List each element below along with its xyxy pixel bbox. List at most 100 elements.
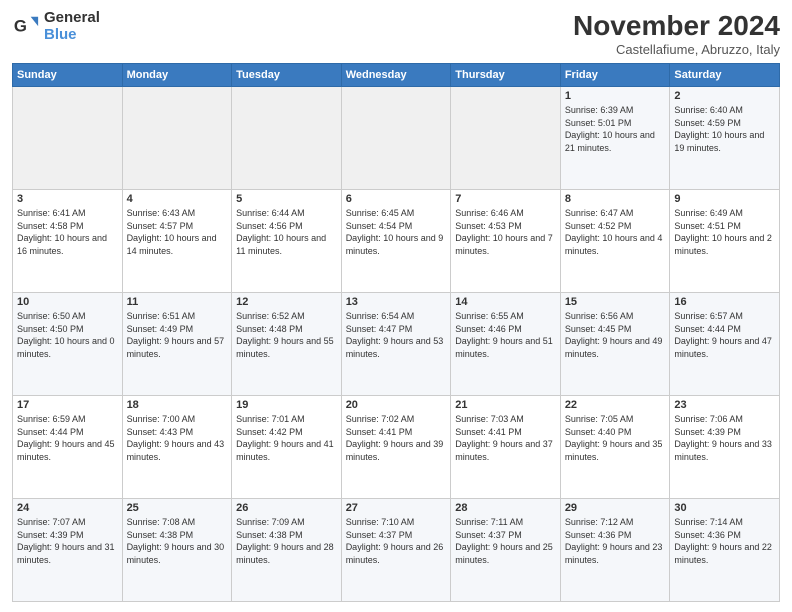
day-info: Sunrise: 7:02 AMSunset: 4:41 PMDaylight:… — [346, 413, 447, 463]
day-cell: 15Sunrise: 6:56 AMSunset: 4:45 PMDayligh… — [560, 293, 670, 396]
day-info: Sunrise: 7:06 AMSunset: 4:39 PMDaylight:… — [674, 413, 775, 463]
day-number: 2 — [674, 90, 775, 102]
day-number: 14 — [455, 296, 556, 308]
day-info: Sunrise: 7:14 AMSunset: 4:36 PMDaylight:… — [674, 516, 775, 566]
day-number: 26 — [236, 502, 337, 514]
day-number: 18 — [127, 399, 228, 411]
day-info: Sunrise: 6:59 AMSunset: 4:44 PMDaylight:… — [17, 413, 118, 463]
day-number: 28 — [455, 502, 556, 514]
day-cell — [122, 87, 232, 190]
logo-icon: G — [12, 13, 40, 41]
location: Castellafiume, Abruzzo, Italy — [573, 42, 780, 57]
day-number: 6 — [346, 193, 447, 205]
day-cell: 19 Sunrise: 7:01 AMSunset: 4:42 PMDayligh… — [232, 396, 342, 499]
day-info: Sunrise: 6:44 AMSunset: 4:56 PMDaylight:… — [236, 207, 337, 257]
day-cell: 3 Sunrise: 6:41 AMSunset: 4:58 PMDaylight… — [13, 190, 123, 293]
header: G General Blue November 2024 Castellafiu… — [12, 10, 780, 57]
title-block: November 2024 Castellafiume, Abruzzo, It… — [573, 10, 780, 57]
calendar: SundayMondayTuesdayWednesdayThursdayFrid… — [12, 63, 780, 602]
day-cell: 25Sunrise: 7:08 AMSunset: 4:38 PMDayligh… — [122, 499, 232, 602]
day-number: 29 — [565, 502, 666, 514]
day-cell: 30Sunrise: 7:14 AMSunset: 4:36 PMDayligh… — [670, 499, 780, 602]
day-info: Sunrise: 7:09 AMSunset: 4:38 PMDaylight:… — [236, 516, 337, 566]
day-info: Sunrise: 6:49 AMSunset: 4:51 PMDaylight:… — [674, 207, 775, 257]
header-friday: Friday — [560, 64, 670, 87]
day-info: Sunrise: 7:03 AMSunset: 4:41 PMDaylight:… — [455, 413, 556, 463]
day-cell: 4 Sunrise: 6:43 AMSunset: 4:57 PMDaylight… — [122, 190, 232, 293]
header-sunday: Sunday — [13, 64, 123, 87]
day-cell: 10 Sunrise: 6:50 AMSunset: 4:50 PMDayligh… — [13, 293, 123, 396]
day-info: Sunrise: 7:07 AMSunset: 4:39 PMDaylight:… — [17, 516, 118, 566]
day-number: 19 — [236, 399, 337, 411]
header-thursday: Thursday — [451, 64, 561, 87]
day-info: Sunrise: 6:54 AMSunset: 4:47 PMDaylight:… — [346, 310, 447, 360]
day-info: Sunrise: 6:52 AMSunset: 4:48 PMDaylight:… — [236, 310, 337, 360]
day-number: 1 — [565, 90, 666, 102]
day-number: 7 — [455, 193, 556, 205]
header-monday: Monday — [122, 64, 232, 87]
day-cell: 6 Sunrise: 6:45 AMSunset: 4:54 PMDaylight… — [341, 190, 451, 293]
day-number: 9 — [674, 193, 775, 205]
day-cell: 8 Sunrise: 6:47 AMSunset: 4:52 PMDaylight… — [560, 190, 670, 293]
logo-general-text: General — [44, 10, 100, 27]
week-row-4: 24 Sunrise: 7:07 AMSunset: 4:39 PMDayligh… — [13, 499, 780, 602]
calendar-header: SundayMondayTuesdayWednesdayThursdayFrid… — [13, 64, 780, 87]
day-number: 8 — [565, 193, 666, 205]
day-cell: 13 Sunrise: 6:54 AMSunset: 4:47 PMDayligh… — [341, 293, 451, 396]
day-cell: 27 Sunrise: 7:10 AMSunset: 4:37 PMDayligh… — [341, 499, 451, 602]
calendar-table: SundayMondayTuesdayWednesdayThursdayFrid… — [12, 63, 780, 602]
calendar-body: 1Sunrise: 6:39 AMSunset: 5:01 PMDaylight… — [13, 87, 780, 602]
day-info: Sunrise: 7:11 AMSunset: 4:37 PMDaylight:… — [455, 516, 556, 566]
day-number: 17 — [17, 399, 118, 411]
day-number: 10 — [17, 296, 118, 308]
day-number: 27 — [346, 502, 447, 514]
day-number: 16 — [674, 296, 775, 308]
day-cell: 26 Sunrise: 7:09 AMSunset: 4:38 PMDayligh… — [232, 499, 342, 602]
header-wednesday: Wednesday — [341, 64, 451, 87]
day-cell: 14 Sunrise: 6:55 AMSunset: 4:46 PMDayligh… — [451, 293, 561, 396]
day-cell — [341, 87, 451, 190]
day-info: Sunrise: 6:50 AMSunset: 4:50 PMDaylight:… — [17, 310, 118, 360]
day-cell: 2Sunrise: 6:40 AMSunset: 4:59 PMDaylight… — [670, 87, 780, 190]
day-cell: 16Sunrise: 6:57 AMSunset: 4:44 PMDayligh… — [670, 293, 780, 396]
day-info: Sunrise: 7:01 AMSunset: 4:42 PMDaylight:… — [236, 413, 337, 463]
day-number: 11 — [127, 296, 228, 308]
day-cell — [13, 87, 123, 190]
day-cell: 23 Sunrise: 7:06 AMSunset: 4:39 PMDayligh… — [670, 396, 780, 499]
day-number: 5 — [236, 193, 337, 205]
day-cell: 20 Sunrise: 7:02 AMSunset: 4:41 PMDayligh… — [341, 396, 451, 499]
day-info: Sunrise: 7:10 AMSunset: 4:37 PMDaylight:… — [346, 516, 447, 566]
day-info: Sunrise: 7:05 AMSunset: 4:40 PMDaylight:… — [565, 413, 666, 463]
day-number: 3 — [17, 193, 118, 205]
day-number: 20 — [346, 399, 447, 411]
header-saturday: Saturday — [670, 64, 780, 87]
day-info: Sunrise: 7:12 AMSunset: 4:36 PMDaylight:… — [565, 516, 666, 566]
day-info: Sunrise: 6:47 AMSunset: 4:52 PMDaylight:… — [565, 207, 666, 257]
day-cell — [232, 87, 342, 190]
day-number: 21 — [455, 399, 556, 411]
day-cell: 11 Sunrise: 6:51 AMSunset: 4:49 PMDayligh… — [122, 293, 232, 396]
day-info: Sunrise: 7:00 AMSunset: 4:43 PMDaylight:… — [127, 413, 228, 463]
day-info: Sunrise: 6:51 AMSunset: 4:49 PMDaylight:… — [127, 310, 228, 360]
month-title: November 2024 — [573, 10, 780, 42]
day-info: Sunrise: 6:56 AMSunset: 4:45 PMDaylight:… — [565, 310, 666, 360]
header-row: SundayMondayTuesdayWednesdayThursdayFrid… — [13, 64, 780, 87]
day-cell: 21 Sunrise: 7:03 AMSunset: 4:41 PMDayligh… — [451, 396, 561, 499]
day-cell — [451, 87, 561, 190]
day-number: 13 — [346, 296, 447, 308]
day-info: Sunrise: 6:55 AMSunset: 4:46 PMDaylight:… — [455, 310, 556, 360]
day-number: 24 — [17, 502, 118, 514]
day-info: Sunrise: 6:43 AMSunset: 4:57 PMDaylight:… — [127, 207, 228, 257]
day-cell: 7Sunrise: 6:46 AMSunset: 4:53 PMDaylight… — [451, 190, 561, 293]
day-cell: 9 Sunrise: 6:49 AMSunset: 4:51 PMDaylight… — [670, 190, 780, 293]
day-cell: 1Sunrise: 6:39 AMSunset: 5:01 PMDaylight… — [560, 87, 670, 190]
day-cell: 22Sunrise: 7:05 AMSunset: 4:40 PMDayligh… — [560, 396, 670, 499]
day-info: Sunrise: 6:45 AMSunset: 4:54 PMDaylight:… — [346, 207, 447, 257]
day-number: 23 — [674, 399, 775, 411]
page: G General Blue November 2024 Castellafiu… — [0, 0, 792, 612]
day-number: 4 — [127, 193, 228, 205]
day-cell: 5 Sunrise: 6:44 AMSunset: 4:56 PMDaylight… — [232, 190, 342, 293]
day-cell: 24 Sunrise: 7:07 AMSunset: 4:39 PMDayligh… — [13, 499, 123, 602]
day-info: Sunrise: 6:41 AMSunset: 4:58 PMDaylight:… — [17, 207, 118, 257]
logo-text: General Blue — [44, 10, 100, 43]
